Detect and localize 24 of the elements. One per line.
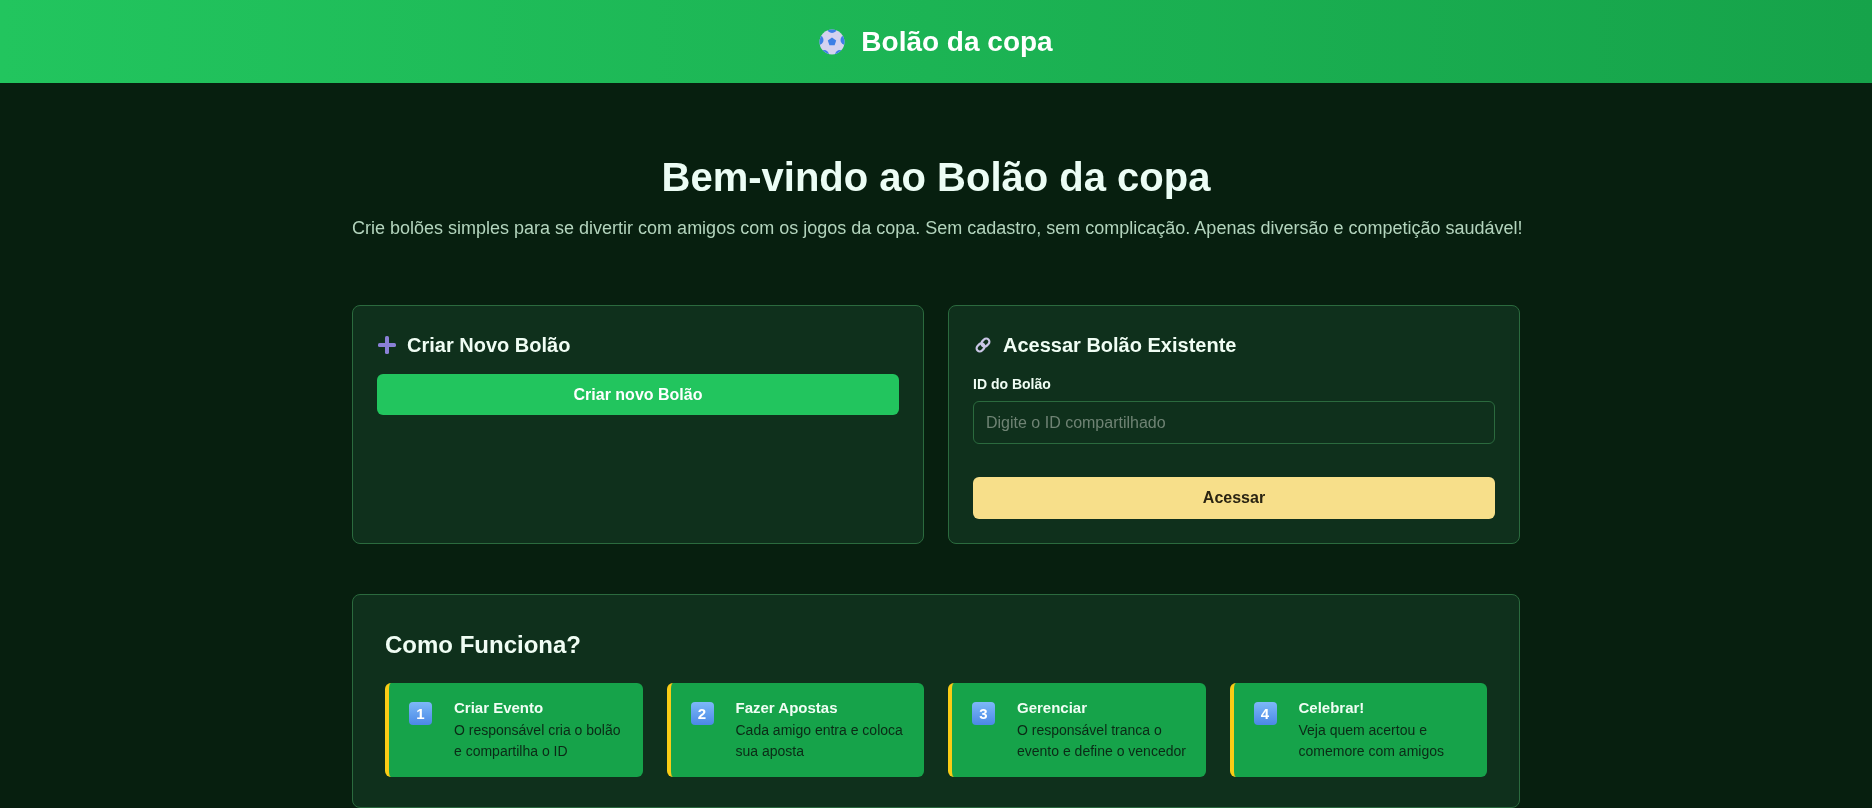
step-title: Gerenciar bbox=[1017, 698, 1089, 718]
page-heading: Bem-vindo ao Bolão da copa bbox=[660, 154, 1212, 201]
step-number: 4 bbox=[1253, 702, 1277, 725]
step-description: O responsável tranca o evento e define o vencedor bbox=[1017, 721, 1187, 761]
step-number: 1 bbox=[409, 702, 432, 725]
access-button[interactable]: Acessar bbox=[973, 477, 1495, 519]
card-title: Acessar Bolão Existente bbox=[1003, 333, 1237, 358]
step-title: Celebrar! bbox=[1298, 698, 1366, 718]
link-icon bbox=[973, 335, 993, 355]
step-title: Criar Evento bbox=[454, 698, 545, 718]
step-number: 2 bbox=[690, 702, 714, 725]
id-input-field[interactable]: Digite o ID compartilhado bbox=[973, 401, 1495, 444]
step-description: O responsável cria o bolão e compartilha o ID bbox=[454, 721, 622, 761]
field-label: ID do Bolão bbox=[973, 376, 1052, 393]
plus-icon bbox=[377, 335, 397, 355]
card-title: Criar Novo Bolão bbox=[407, 333, 571, 358]
app-title: Bolão da copa bbox=[861, 24, 1053, 59]
step-number: 3 bbox=[972, 702, 995, 725]
soccer-ball-icon bbox=[819, 28, 846, 55]
page-subtitle: Crie bolões simples para se divertir com amigos com os jogos da copa. Sem cadastro, sem complicação. Apenas diversão e competição saudável! bbox=[352, 217, 1520, 240]
step-description: Veja quem acertou e comemore com amigos bbox=[1298, 721, 1445, 761]
section-title: Como Funciona? bbox=[385, 630, 582, 660]
step-description: Cada amigo entra e coloca sua aposta bbox=[735, 721, 904, 761]
step-title: Fazer Apostas bbox=[735, 698, 839, 718]
